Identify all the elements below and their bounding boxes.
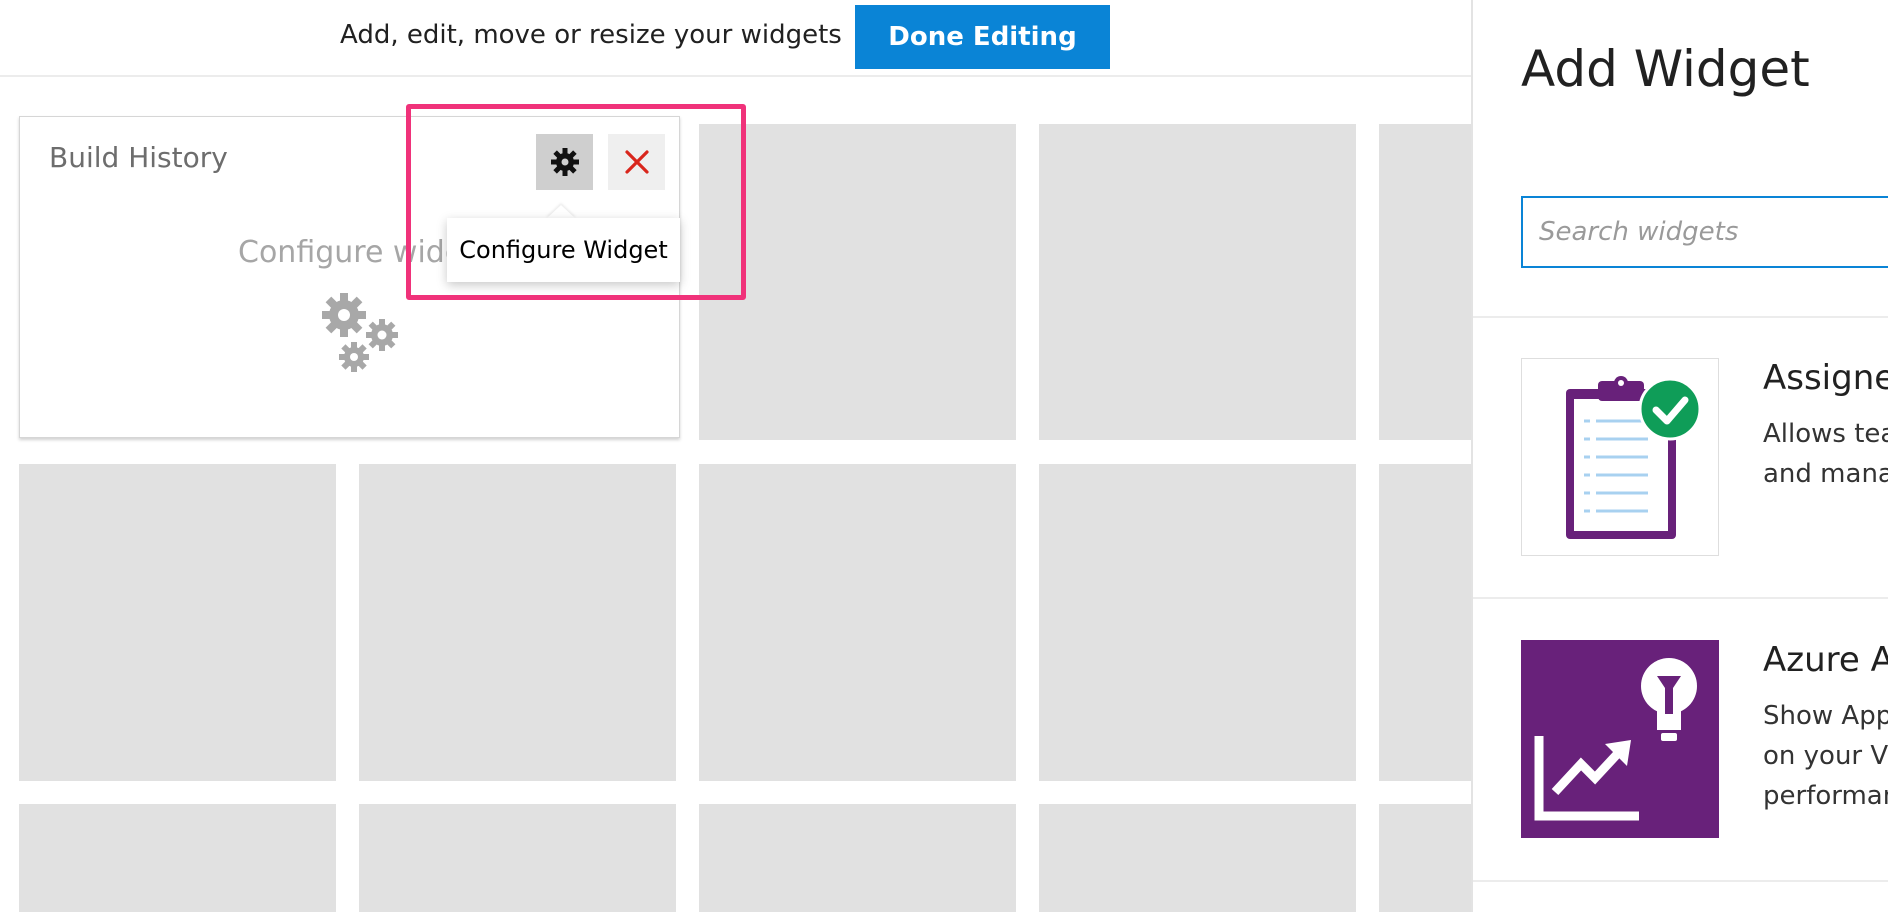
widget-slot[interactable] — [1379, 464, 1472, 781]
panel-title: Add Widget — [1521, 40, 1810, 98]
edit-mode-bar: Add, edit, move or resize your widgets D… — [0, 0, 1472, 77]
widget-slot[interactable] — [699, 124, 1016, 440]
tooltip-arrow — [546, 205, 576, 219]
widget-slot[interactable] — [1039, 464, 1356, 781]
configure-widget-prompt[interactable]: Configure widg — [238, 235, 464, 270]
widget-description: Show App on your VS performan — [1763, 696, 1888, 816]
widget-slot[interactable] — [19, 464, 336, 781]
widget-description-line: and mana — [1763, 459, 1888, 489]
widget-slot[interactable] — [1379, 804, 1472, 912]
widget-slot[interactable] — [1039, 804, 1356, 912]
search-widgets-input[interactable] — [1521, 196, 1888, 268]
gears-icon — [322, 293, 398, 372]
widget-slot[interactable] — [359, 804, 676, 912]
widget-thumbnail — [1521, 640, 1719, 838]
edit-instructions: Add, edit, move or resize your widgets — [340, 20, 842, 50]
widget-grid: Build History Configure widg Configure W… — [0, 0, 1472, 912]
divider — [1473, 880, 1888, 882]
close-icon — [624, 150, 649, 174]
widget-description-line: Show App — [1763, 701, 1888, 731]
widget-description-line: performan — [1763, 781, 1888, 811]
remove-widget-button[interactable] — [608, 134, 665, 190]
widget-slot[interactable] — [699, 464, 1016, 781]
done-editing-button[interactable]: Done Editing — [855, 5, 1110, 69]
widget-description-line: on your VS — [1763, 741, 1888, 771]
widget-description: Allows tea and mana — [1763, 414, 1888, 494]
widget-slot[interactable] — [359, 464, 676, 781]
widget-slot[interactable] — [19, 804, 336, 912]
divider — [1473, 597, 1888, 599]
widget-description-line: Allows tea — [1763, 419, 1888, 449]
configure-widget-button[interactable] — [536, 134, 593, 190]
divider — [1473, 316, 1888, 318]
widget-name: Azure A — [1763, 640, 1888, 680]
clipboard-check-icon — [1566, 376, 1702, 539]
lightbulb-chart-icon — [1534, 658, 1697, 821]
widget-slot[interactable] — [699, 804, 1016, 912]
widget-thumbnail — [1521, 358, 1719, 556]
widget-slot[interactable] — [1039, 124, 1356, 440]
add-widget-panel: Add Widget A — [1471, 0, 1888, 912]
widget-name: Assigne — [1763, 358, 1888, 398]
widget-slot[interactable] — [1379, 124, 1472, 440]
catalog-item[interactable]: Assigne Allows tea and mana — [1473, 358, 1888, 638]
widget-title: Build History — [49, 141, 228, 174]
configure-widget-tooltip: Configure Widget — [447, 218, 680, 282]
gear-icon — [550, 148, 579, 176]
catalog-item[interactable]: Azure A Show App on your VS performan — [1473, 640, 1888, 912]
